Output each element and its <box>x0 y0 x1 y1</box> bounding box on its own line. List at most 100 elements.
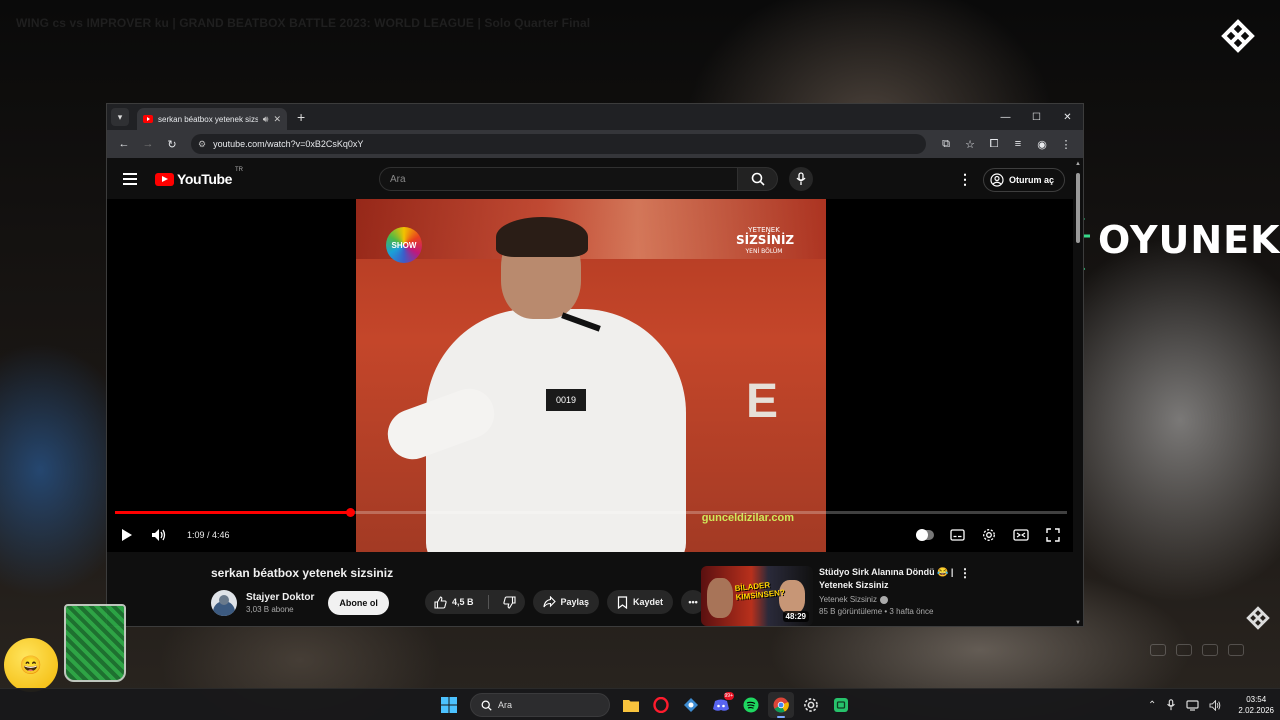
video-frame[interactable]: 0019 SHOW YETENEK SİZSİNİZ YENİ BÖLÜM E … <box>356 199 826 552</box>
tab-search-button[interactable]: ▾ <box>111 108 129 126</box>
recommended-title[interactable]: Stüdyo Sirk Alanına Döndü 😂 | Yetenek Si… <box>819 566 955 592</box>
reload-button[interactable]: ↻ <box>161 133 183 155</box>
youtube-favicon-icon <box>143 115 153 123</box>
dislike-button[interactable] <box>494 590 525 614</box>
like-button[interactable]: 4,5 B <box>425 590 483 614</box>
chevron-up-icon[interactable]: ⌃ <box>1148 700 1156 711</box>
minimize-button[interactable]: — <box>990 104 1021 130</box>
speaker-icon[interactable]: 🔊︎ <box>263 114 269 125</box>
player-right-controls <box>909 521 1069 549</box>
address-bar[interactable]: ⚙ youtube.com/watch?v=0xB2CsKq0xY <box>191 134 926 154</box>
app-icon <box>684 698 698 712</box>
recommended-channel[interactable]: Yetenek Sizsiniz <box>819 595 877 604</box>
site-info-icon[interactable]: ⚙ <box>198 139 206 150</box>
settings-app-button[interactable] <box>798 692 824 718</box>
install-app-icon[interactable]: ⧉ <box>935 133 957 155</box>
voice-search-button[interactable] <box>789 167 813 191</box>
youtube-logo-text: YouTube <box>177 171 233 187</box>
taskbar-search[interactable]: Ara <box>470 693 610 717</box>
clock[interactable]: 03:54 2.02.2026 <box>1238 695 1274 715</box>
profile-icon[interactable]: ◉ <box>1031 133 1053 155</box>
search-input[interactable]: Ara <box>379 167 738 191</box>
discord-notification-badge: 99+ <box>723 692 734 700</box>
region-code: TR <box>235 167 244 173</box>
channel-name[interactable]: Stajyer Doktor <box>246 592 314 603</box>
emoji-mascot-icon: 😄 <box>4 638 58 692</box>
taskbar-search-placeholder: Ara <box>498 700 513 710</box>
youtube-logo[interactable]: YouTube TR <box>155 167 243 187</box>
new-tab-button[interactable]: + <box>297 109 305 125</box>
search-button[interactable] <box>738 167 778 191</box>
opera-button[interactable] <box>648 692 674 718</box>
settings-button[interactable] <box>973 521 1005 549</box>
browser-menu-icon[interactable]: ⋮ <box>1055 133 1077 155</box>
file-explorer-button[interactable] <box>618 692 644 718</box>
page-scrollbar[interactable]: ▲ ▼ <box>1073 159 1083 626</box>
fullscreen-button[interactable] <box>1037 521 1069 549</box>
scroll-up-arrow-icon[interactable]: ▲ <box>1075 161 1081 167</box>
gear-icon <box>804 698 818 712</box>
share-button[interactable]: Paylaş <box>532 590 600 614</box>
maximize-button[interactable]: ☐ <box>1021 104 1052 130</box>
progress-bar[interactable] <box>115 508 1067 517</box>
autoplay-toggle[interactable] <box>909 521 941 549</box>
app-button[interactable] <box>678 692 704 718</box>
autoplay-switch <box>916 529 934 541</box>
close-window-button[interactable]: ✕ <box>1052 104 1083 130</box>
clock-date: 2.02.2026 <box>1238 706 1274 715</box>
settings-menu-icon[interactable]: ⋮ <box>958 171 972 188</box>
back-button[interactable]: ← <box>113 133 135 155</box>
tab-youtube[interactable]: serkan béatbox yetenek sizsiniz 🔊︎ ✕ <box>137 108 287 130</box>
thumbs-down-icon <box>502 595 516 609</box>
recycle-bin-icon[interactable] <box>64 604 126 682</box>
background-ghost-icons <box>1150 644 1244 656</box>
game-app-button[interactable] <box>828 692 854 718</box>
microphone-icon[interactable] <box>1166 699 1176 711</box>
extensions-icon[interactable]: ⧠ <box>983 133 1005 155</box>
subtitles-icon <box>949 529 965 541</box>
sign-in-button[interactable]: Oturum aç <box>983 168 1066 192</box>
youtube-page: YouTube TR Ara ⋮ Oturum aç 0019 SHOW YET… <box>107 159 1075 626</box>
video-player[interactable]: 0019 SHOW YETENEK SİZSİNİZ YENİ BÖLÜM E … <box>107 199 1075 552</box>
youtube-header: YouTube TR Ara ⋮ Oturum aç <box>107 159 1075 199</box>
theater-mode-button[interactable] <box>1005 521 1037 549</box>
share-icon <box>542 596 556 608</box>
ghost-icon <box>1176 644 1192 656</box>
volume-button[interactable] <box>143 521 175 549</box>
progress-played <box>115 511 351 514</box>
discord-button[interactable]: 99+ <box>708 692 734 718</box>
save-label: Kaydet <box>633 597 664 607</box>
like-count: 4,5 B <box>452 597 474 607</box>
url-text: youtube.com/watch?v=0xB2CsKq0xY <box>213 139 364 149</box>
play-button[interactable] <box>111 521 143 549</box>
windows-icon <box>441 697 457 713</box>
ghost-icon <box>1228 644 1244 656</box>
channel-avatar[interactable] <box>211 590 237 616</box>
scroll-down-arrow-icon[interactable]: ▼ <box>1075 620 1081 626</box>
bookmark-star-icon[interactable]: ☆ <box>959 133 981 155</box>
start-button[interactable] <box>436 692 462 718</box>
recommended-thumbnail[interactable]: BİLADER KİMSİNSEN? 48:29 <box>701 566 813 626</box>
scrubber-handle[interactable] <box>346 508 356 517</box>
chrome-button[interactable] <box>768 692 794 718</box>
recommended-menu-icon[interactable]: ⋮ <box>959 566 971 626</box>
subtitles-button[interactable] <box>941 521 973 549</box>
stream-title: WING cs vs IMPROVER ku | GRAND BEATBOX B… <box>16 16 591 30</box>
thumbs-up-icon <box>434 595 447 609</box>
save-button[interactable]: Kaydet <box>607 590 674 614</box>
contestant-badge: 0019 <box>546 389 586 411</box>
speaker-icon[interactable] <box>1209 699 1222 711</box>
close-tab-icon[interactable]: ✕ <box>273 114 281 125</box>
subscribe-button[interactable]: Abone ol <box>328 591 389 615</box>
menu-icon[interactable] <box>123 173 137 185</box>
scroll-thumb[interactable] <box>1076 173 1080 243</box>
recommended-video[interactable]: BİLADER KİMSİNSEN? 48:29 Stüdyo Sirk Ala… <box>701 566 971 626</box>
media-control-icon[interactable]: ≡ <box>1007 133 1029 155</box>
taskbar: Ara 99+ ⌃ 03:54 2.02.2026 <box>0 688 1280 720</box>
spotify-button[interactable] <box>738 692 764 718</box>
monitor-icon[interactable] <box>1186 699 1200 711</box>
account-icon <box>990 173 1004 187</box>
like-divider <box>487 595 489 609</box>
show-tv-logo-text: SHOW <box>391 240 417 250</box>
forward-button[interactable]: → <box>137 133 159 155</box>
